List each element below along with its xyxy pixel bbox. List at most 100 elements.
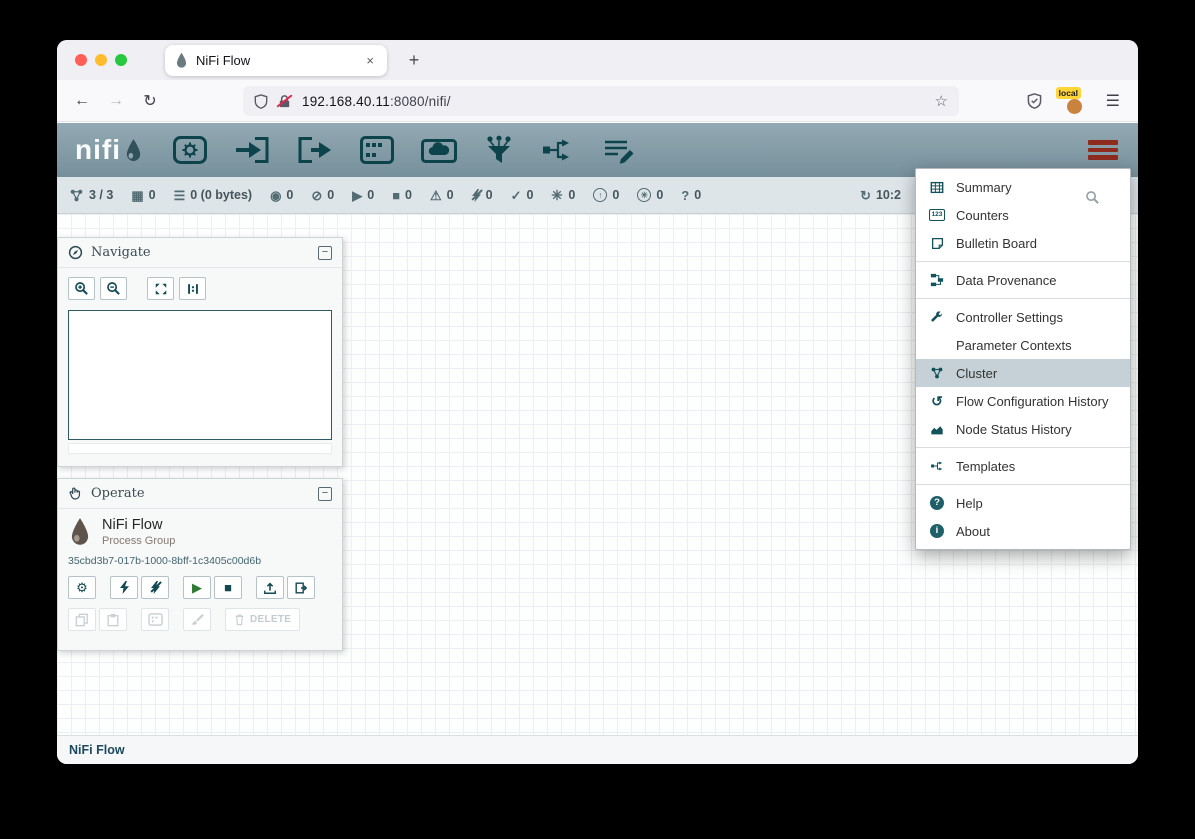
- input-port-component-icon[interactable]: [234, 136, 270, 164]
- active-threads-icon: ▦: [131, 189, 143, 202]
- back-button[interactable]: ←: [65, 92, 99, 110]
- bookmark-star-icon[interactable]: ☆: [935, 92, 948, 110]
- locally-modified-status: 0: [551, 188, 575, 202]
- reload-button[interactable]: ↻: [133, 91, 167, 111]
- transmitting-icon: ◉: [270, 189, 281, 202]
- copy-button[interactable]: [68, 608, 96, 631]
- menu-divider: [916, 298, 1130, 299]
- fill-color-button[interactable]: [183, 608, 211, 631]
- nifi-logo-drop-icon: [124, 138, 143, 163]
- menu-item-parameter-contexts[interactable]: Parameter Contexts: [916, 331, 1130, 359]
- last-refresh-time: 10:2: [876, 188, 901, 202]
- maximize-window-button[interactable]: [115, 54, 127, 66]
- window-controls: [75, 54, 127, 66]
- navigate-header: Navigate −: [58, 238, 342, 268]
- nifi-logo-text: nifi: [75, 134, 121, 166]
- stale-icon: ↑: [593, 188, 607, 202]
- operate-title: Operate: [91, 486, 145, 501]
- template-component-icon[interactable]: [541, 136, 575, 164]
- active-threads-status: ▦ 0: [131, 188, 155, 202]
- insecure-lock-icon[interactable]: [277, 94, 292, 109]
- locally-modified-and-stale-icon: ✳: [637, 188, 651, 202]
- nifi-favicon-drop-icon: [175, 52, 188, 69]
- menu-item-bulletin-board[interactable]: Bulletin Board: [916, 229, 1130, 257]
- disable-button[interactable]: [141, 576, 169, 599]
- close-window-button[interactable]: [75, 54, 87, 66]
- zoom-actual-size-button[interactable]: [179, 277, 206, 300]
- refresh-icon[interactable]: ↻: [860, 189, 871, 202]
- sync-failure-status: ? 0: [681, 188, 701, 202]
- menu-item-about[interactable]: i About: [916, 517, 1130, 545]
- menu-item-help[interactable]: ? Help: [916, 489, 1130, 517]
- breadcrumb-root[interactable]: NiFi Flow: [69, 743, 125, 757]
- help-icon: ?: [930, 496, 944, 510]
- configuration-button[interactable]: ⚙: [68, 576, 96, 599]
- menu-item-flow-configuration-history[interactable]: ↺ Flow Configuration History: [916, 387, 1130, 415]
- output-port-component-icon[interactable]: [297, 136, 333, 164]
- refresh-status[interactable]: ↻ 10:2: [860, 188, 901, 202]
- slashed-lightning-icon: [151, 581, 160, 594]
- menu-item-data-provenance[interactable]: Data Provenance: [916, 266, 1130, 294]
- up-to-date-icon: ✓: [511, 189, 522, 202]
- label-component-icon[interactable]: [602, 136, 636, 164]
- summary-table-icon: [928, 181, 946, 194]
- global-menu-button[interactable]: [1088, 140, 1118, 160]
- not-transmitting-status: ⊘ 0: [311, 188, 334, 202]
- zoom-fit-button[interactable]: [147, 277, 174, 300]
- minimize-window-button[interactable]: [95, 54, 107, 66]
- menu-item-node-status-history[interactable]: Node Status History: [916, 415, 1130, 443]
- navigate-title: Navigate: [91, 245, 151, 260]
- hand-icon: [68, 486, 83, 501]
- permissions-shield-icon[interactable]: [1027, 93, 1042, 109]
- menu-divider: [916, 261, 1130, 262]
- stale-status: ↑ 0: [593, 188, 619, 202]
- browser-tab[interactable]: NiFi Flow ×: [165, 45, 387, 76]
- template-icon: [928, 460, 946, 472]
- menu-item-controller-settings[interactable]: Controller Settings: [916, 303, 1130, 331]
- processor-component-icon[interactable]: [173, 136, 207, 164]
- start-button[interactable]: ▶: [183, 576, 211, 599]
- transmitting-status: ◉ 0: [270, 188, 293, 202]
- component-name: NiFi Flow: [102, 517, 175, 533]
- forward-button[interactable]: →: [99, 92, 133, 110]
- running-status: ▶ 0: [352, 188, 374, 202]
- collapse-operate-button[interactable]: −: [318, 487, 332, 501]
- birdseye-preview[interactable]: [68, 310, 332, 440]
- tab-title: NiFi Flow: [196, 53, 363, 68]
- birdseye-slider[interactable]: [68, 443, 332, 454]
- url-bar[interactable]: 192.168.40.11:8080/nifi/ ☆: [243, 86, 959, 116]
- zoom-in-button[interactable]: [68, 277, 95, 300]
- browser-menu-icon[interactable]: ☰: [1106, 91, 1120, 111]
- cluster-count: 3 / 3: [89, 188, 113, 202]
- operate-header: Operate −: [58, 479, 342, 509]
- enable-button[interactable]: [110, 576, 138, 599]
- compass-icon: [68, 245, 83, 260]
- tab-bar: NiFi Flow × +: [57, 40, 1138, 80]
- upload-template-button[interactable]: [256, 576, 284, 599]
- canvas-search-icon[interactable]: [1085, 190, 1100, 205]
- remote-process-group-component-icon[interactable]: [421, 136, 457, 164]
- process-group-drop-icon: [68, 517, 92, 547]
- paste-button[interactable]: [99, 608, 127, 631]
- menu-item-cluster[interactable]: Cluster: [916, 359, 1130, 387]
- navigate-palette: Navigate −: [57, 237, 343, 467]
- running-icon: ▶: [352, 189, 362, 202]
- close-tab-icon[interactable]: ×: [363, 53, 377, 68]
- cluster-status: 3 / 3: [69, 188, 113, 203]
- wrench-icon: [928, 310, 946, 324]
- profile-avatar[interactable]: local: [1060, 88, 1088, 114]
- collapse-navigate-button[interactable]: −: [318, 246, 332, 260]
- delete-button[interactable]: DELETE: [225, 608, 300, 631]
- process-group-component-icon[interactable]: [360, 136, 394, 164]
- tracking-protection-shield-icon[interactable]: [254, 94, 268, 109]
- menu-item-counters[interactable]: 123 Counters: [916, 201, 1130, 229]
- menu-item-templates[interactable]: Templates: [916, 452, 1130, 480]
- funnel-component-icon[interactable]: [484, 135, 514, 165]
- stop-button[interactable]: ■: [214, 576, 242, 599]
- navigate-toolbar: [58, 268, 342, 303]
- create-template-button[interactable]: [287, 576, 315, 599]
- new-tab-button[interactable]: +: [401, 47, 427, 73]
- nifi-logo: nifi: [75, 134, 143, 166]
- zoom-out-button[interactable]: [100, 277, 127, 300]
- group-button[interactable]: [141, 608, 169, 631]
